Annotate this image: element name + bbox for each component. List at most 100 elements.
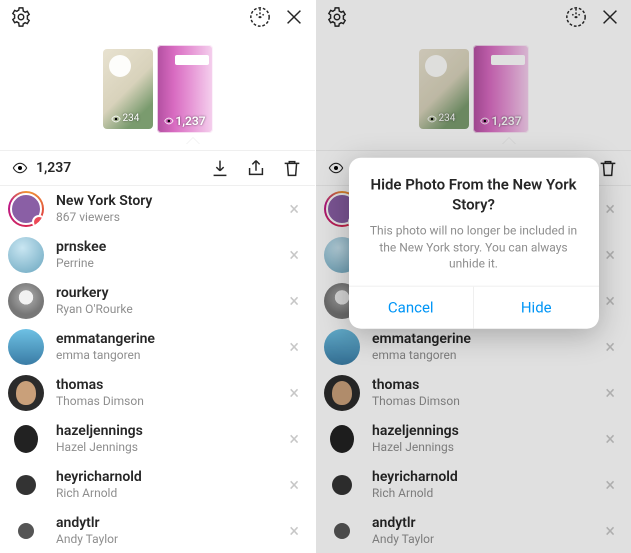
avatar [8,283,44,319]
settings-icon[interactable] [10,6,32,28]
subtitle: Rich Arnold [372,486,599,500]
thumbnail-view-count: 234 [107,112,144,125]
avatar [324,375,360,411]
avatar [8,329,44,365]
avatar [8,375,44,411]
list-item[interactable]: prnskeePerrine × [0,232,315,278]
username: New York Story [56,193,283,210]
viewer-list: New York Story867 viewers × prnskeePerri… [0,186,315,553]
remove-viewer-button[interactable]: × [599,287,621,316]
username: thomas [372,377,599,394]
remove-viewer-button[interactable]: × [599,241,621,270]
remove-viewer-button[interactable]: × [283,425,305,454]
story-thumbnail-selected[interactable]: 1,237 [473,45,529,133]
subtitle: Perrine [56,256,283,270]
story-thumbnail-selected[interactable]: 1,237 [157,45,213,133]
avatar [8,421,44,457]
view-count: 1,237 [12,160,71,176]
username: rourkery [56,285,283,302]
subtitle: 867 viewers [56,210,283,224]
close-icon[interactable] [599,6,621,28]
username: andytlr [372,515,599,532]
username: prnskee [56,239,283,256]
close-icon[interactable] [283,6,305,28]
remove-viewer-button[interactable]: × [283,287,305,316]
list-item[interactable]: andytlrAndy Taylor × [316,508,631,553]
list-item-location[interactable]: New York Story867 viewers × [0,186,315,232]
selected-caret [186,138,200,145]
username: hazeljennings [56,423,283,440]
settings-icon[interactable] [326,6,348,28]
remove-viewer-button[interactable]: × [599,379,621,408]
remove-viewer-button[interactable]: × [283,379,305,408]
username: heyricharnold [372,469,599,486]
remove-viewer-button[interactable]: × [283,517,305,546]
remove-viewer-button[interactable]: × [599,195,621,224]
trash-icon[interactable] [281,157,303,179]
story-viewers-screen: 234 1,237 1,237 [0,0,315,553]
location-badge-icon [32,215,44,227]
remove-viewer-button[interactable]: × [283,471,305,500]
hide-button[interactable]: Hide [473,287,599,329]
remove-viewer-button[interactable]: × [283,333,305,362]
story-thumbnails: 234 1,237 [316,34,631,144]
list-item[interactable]: thomasThomas Dimson × [316,370,631,416]
subtitle: Hazel Jennings [372,440,599,454]
story-thumbnails: 234 1,237 [0,34,315,144]
subtitle: Andy Taylor [56,532,283,546]
save-all-icon[interactable] [565,6,587,28]
username: emmatangerine [372,331,599,348]
username: heyricharnold [56,469,283,486]
list-item[interactable]: emmatangerineemma tangoren × [316,324,631,370]
hide-photo-dialog: Hide Photo From the New York Story? This… [349,158,599,329]
avatar [324,421,360,457]
remove-viewer-button[interactable]: × [599,425,621,454]
dialog-title: Hide Photo From the New York Story? [365,176,583,215]
avatar [324,329,360,365]
subtitle: Hazel Jennings [56,440,283,454]
top-bar [316,0,631,34]
trash-icon[interactable] [597,157,619,179]
remove-viewer-button[interactable]: × [599,333,621,362]
selected-caret [502,138,516,145]
username: emmatangerine [56,331,283,348]
story-thumbnail[interactable]: 234 [103,49,153,129]
save-all-icon[interactable] [249,6,271,28]
share-icon[interactable] [245,157,267,179]
remove-viewer-button[interactable]: × [283,195,305,224]
avatar [8,191,44,227]
list-item[interactable]: heyricharnoldRich Arnold × [316,462,631,508]
thumbnail-view-count: 234 [423,112,460,125]
list-item[interactable]: emmatangerineemma tangoren × [0,324,315,370]
subtitle: Andy Taylor [372,532,599,546]
subtitle: Ryan O'Rourke [56,302,283,316]
subtitle: emma tangoren [372,348,599,362]
username: thomas [56,377,283,394]
list-item[interactable]: hazeljenningsHazel Jennings × [0,416,315,462]
list-item[interactable]: rourkeryRyan O'Rourke × [0,278,315,324]
remove-viewer-button[interactable]: × [283,241,305,270]
list-item[interactable]: andytlrAndy Taylor × [0,508,315,553]
username: andytlr [56,515,283,532]
avatar [8,467,44,503]
subtitle: Thomas Dimson [56,394,283,408]
avatar [8,513,44,549]
cancel-button[interactable]: Cancel [349,287,474,329]
list-item[interactable]: thomasThomas Dimson × [0,370,315,416]
download-icon[interactable] [209,157,231,179]
remove-viewer-button[interactable]: × [599,471,621,500]
avatar [324,467,360,503]
username: hazeljennings [372,423,599,440]
list-item[interactable]: heyricharnoldRich Arnold × [0,462,315,508]
thumbnail-view-count: 1,237 [159,113,209,129]
story-viewers-screen-modal: 234 1,237 1,237 [316,0,631,553]
story-thumbnail[interactable]: 234 [419,49,469,129]
stats-bar: 1,237 [0,150,315,186]
avatar [324,513,360,549]
subtitle: Thomas Dimson [372,394,599,408]
top-bar [0,0,315,34]
avatar [8,237,44,273]
list-item[interactable]: hazeljenningsHazel Jennings × [316,416,631,462]
thumbnail-view-count: 1,237 [475,113,525,129]
remove-viewer-button[interactable]: × [599,517,621,546]
